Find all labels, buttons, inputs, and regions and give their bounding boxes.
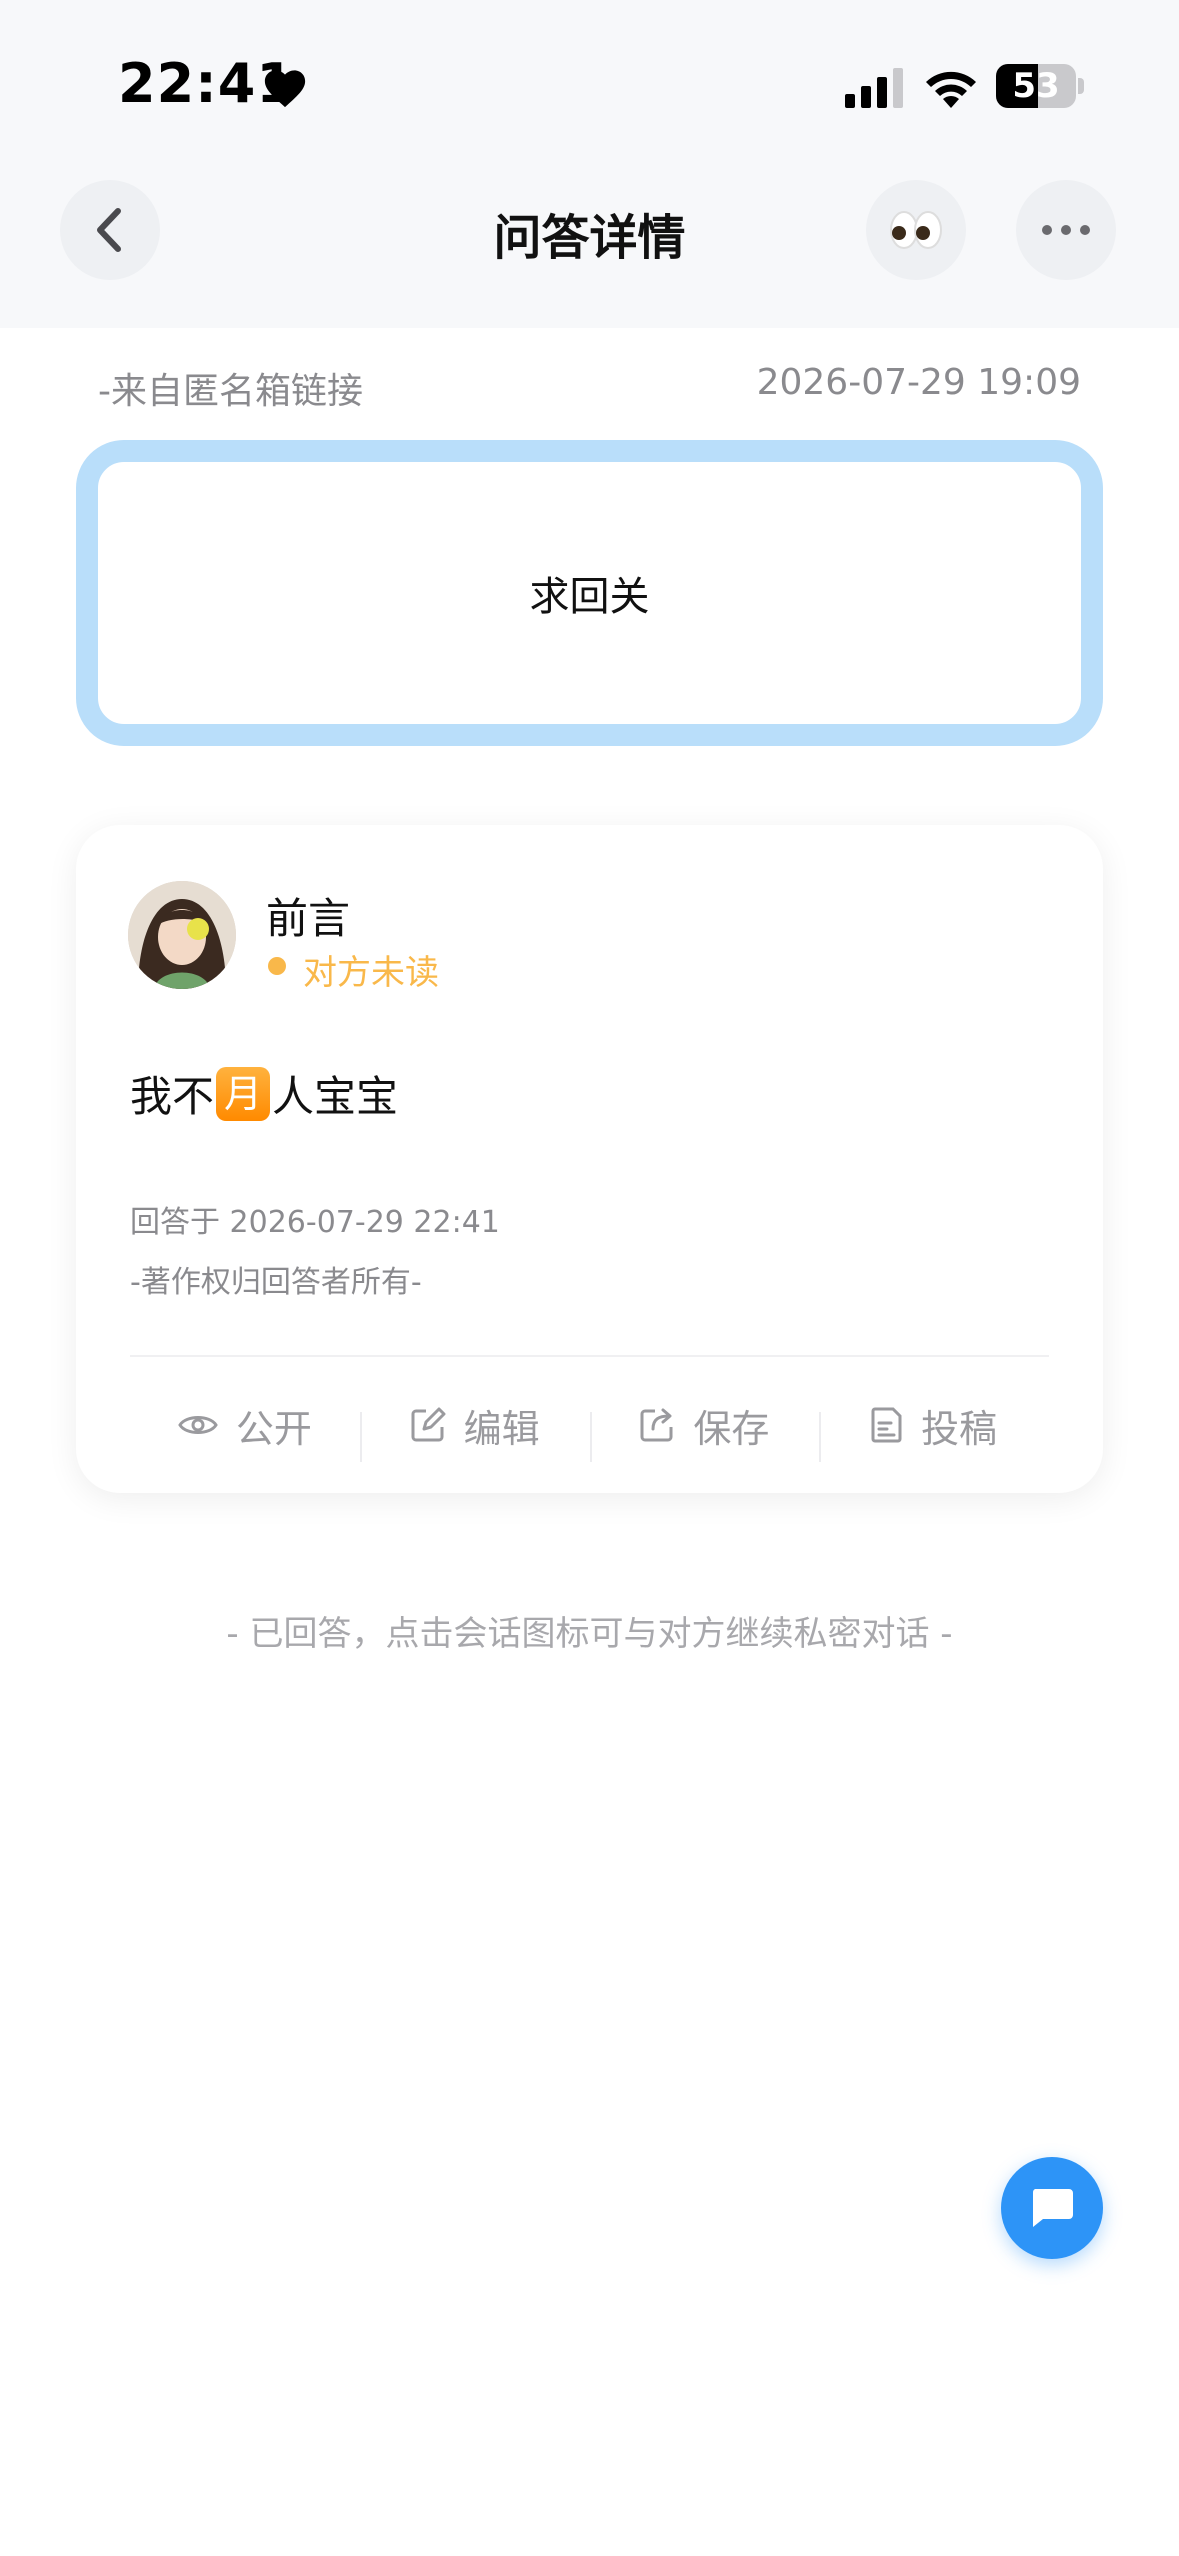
edit-button[interactable]: 编辑: [359, 1398, 590, 1462]
share-save-icon: [640, 1408, 673, 1442]
answered-at: 回答于 2026-07-29 22:41: [130, 1205, 500, 1240]
answered-hint: - 已回答，点击会话图标可与对方继续私密对话 -: [226, 1614, 953, 1654]
answer-text-start: 我不: [130, 1072, 215, 1121]
public-button[interactable]: 公开: [130, 1398, 360, 1453]
more-button[interactable]: [1016, 180, 1116, 280]
eyes-icon: [890, 211, 942, 249]
question-card: 求回关: [76, 440, 1103, 746]
submit-label: 投稿: [921, 1406, 998, 1451]
battery-indicator: 53: [996, 64, 1076, 108]
answer-text: 我不 月 人宝宝: [130, 1063, 398, 1124]
battery-level: 53: [1012, 66, 1060, 106]
divider: [130, 1355, 1049, 1357]
more-dots-icon: [1042, 225, 1090, 235]
question-time: 2026-07-29 19:09: [756, 362, 1081, 403]
avatar[interactable]: [128, 881, 236, 989]
copyright-note: -著作权归回答者所有-: [130, 1265, 422, 1300]
page-title: 问答详情: [493, 210, 686, 266]
edit-label: 编辑: [463, 1406, 540, 1451]
submit-button[interactable]: 投稿: [819, 1398, 1049, 1462]
heart-icon: [264, 70, 306, 108]
edit-icon: [411, 1407, 446, 1442]
chat-bubble-icon: [1032, 2189, 1073, 2227]
moon-badge: 月: [216, 1066, 271, 1121]
eye-icon: [178, 1416, 218, 1434]
unread-dot: [268, 957, 286, 975]
answer-text-end: 人宝宝: [272, 1072, 399, 1121]
action-bar: 公开 编辑 保存 投稿: [130, 1385, 1049, 1465]
top-bar: 22:41 53 问答详情: [0, 0, 1179, 328]
read-status: 对方未读: [303, 953, 439, 993]
eyes-button[interactable]: [866, 180, 966, 280]
user-name: 前言: [266, 894, 351, 943]
answer-card: 前言 对方未读 我不 月 人宝宝 回答于 2026-07-29 22:41 -著…: [76, 825, 1103, 1493]
question-text: 求回关: [529, 574, 650, 620]
battery-tip: [1078, 78, 1084, 94]
document-icon: [871, 1407, 902, 1443]
chat-button[interactable]: [1001, 2157, 1103, 2259]
save-button[interactable]: 保存: [589, 1398, 820, 1462]
signal-icon: [845, 68, 903, 108]
question-source: -来自匿名箱链接: [98, 371, 363, 412]
wifi-icon: [926, 71, 976, 108]
save-label: 保存: [693, 1406, 770, 1451]
avatar-image: [128, 881, 236, 989]
public-label: 公开: [235, 1406, 312, 1451]
